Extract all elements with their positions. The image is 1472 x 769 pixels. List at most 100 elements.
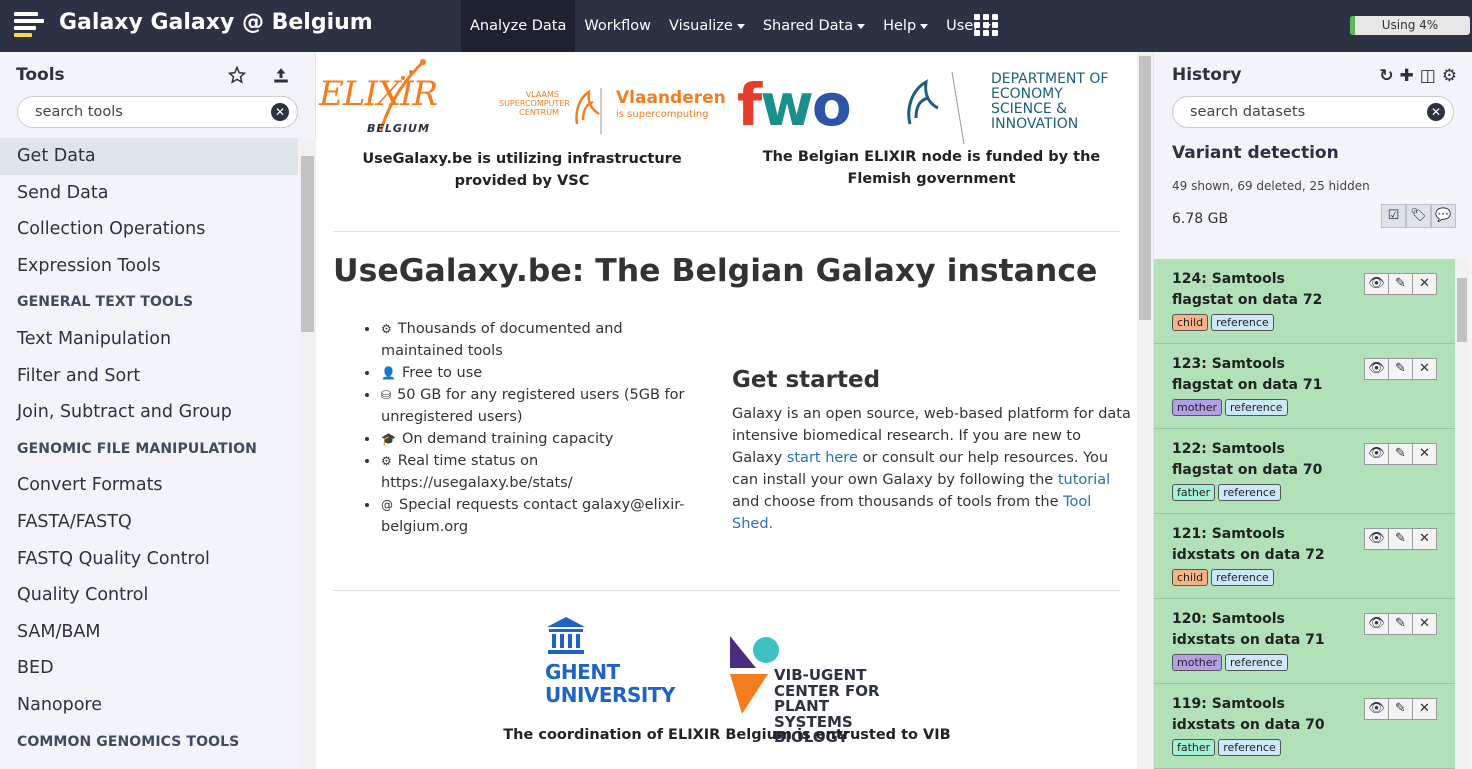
tool-section-nanopore[interactable]: Nanopore bbox=[0, 687, 298, 724]
start-here-link[interactable]: start here bbox=[787, 450, 858, 466]
upload-icon[interactable] bbox=[272, 66, 290, 84]
delete-icon[interactable]: ✕ bbox=[1412, 698, 1437, 720]
gear-icon[interactable]: ⚙ bbox=[1442, 66, 1457, 86]
select-items-icon[interactable]: ☑ bbox=[1381, 204, 1406, 228]
tool-section-send-data[interactable]: Send Data bbox=[0, 175, 298, 212]
history-search-input[interactable]: search datasets ✕ bbox=[1172, 96, 1454, 128]
tag-mother[interactable]: mother bbox=[1172, 399, 1223, 416]
tool-search-input[interactable]: search tools ✕ bbox=[17, 96, 298, 128]
tag-mother[interactable]: mother bbox=[1172, 654, 1223, 671]
dataset-item[interactable]: 123: Samtools flagstat on data 71 mother r… bbox=[1154, 344, 1455, 429]
dataset-item[interactable]: 120: Samtools idxstats on data 71 mother r… bbox=[1154, 599, 1455, 684]
eye-icon[interactable]: 👁 bbox=[1364, 273, 1389, 295]
tool-section-bed[interactable]: BED bbox=[0, 650, 298, 687]
eye-icon[interactable]: 👁 bbox=[1364, 443, 1389, 465]
tool-section-convert-formats[interactable]: Convert Formats bbox=[0, 467, 298, 504]
pencil-icon[interactable]: ✎ bbox=[1388, 613, 1413, 635]
dataset-item[interactable]: 119: Samtools idxstats on data 70 father r… bbox=[1154, 684, 1455, 769]
tool-panel-scrollbar[interactable] bbox=[299, 138, 316, 769]
clear-search-icon[interactable]: ✕ bbox=[271, 103, 289, 121]
graduation-cap-icon: 🎓 bbox=[381, 432, 396, 446]
delete-icon[interactable]: ✕ bbox=[1412, 528, 1437, 550]
tag-reference[interactable]: reference bbox=[1218, 484, 1281, 501]
ewi-line-3: SCIENCE & bbox=[991, 101, 1068, 117]
user-plus-icon: 👤 bbox=[381, 366, 396, 380]
dataset-title[interactable]: 124: Samtools flagstat on data 72 bbox=[1172, 269, 1350, 311]
tags-icon[interactable]: 🏷 bbox=[1406, 204, 1431, 228]
tag-reference[interactable]: reference bbox=[1211, 569, 1274, 586]
tool-section-text-manipulation[interactable]: Text Manipulation bbox=[0, 321, 298, 358]
annotation-icon[interactable]: 💬 bbox=[1431, 204, 1456, 228]
history-stats[interactable]: 49 shown, 69 deleted, 25 hidden bbox=[1172, 179, 1370, 193]
tag-reference[interactable]: reference bbox=[1218, 739, 1281, 756]
history-scrollbar[interactable] bbox=[1455, 258, 1469, 769]
delete-icon[interactable]: ✕ bbox=[1412, 443, 1437, 465]
clear-history-search-icon[interactable]: ✕ bbox=[1427, 103, 1445, 121]
tool-section-fasta-fastq[interactable]: FASTA/FASTQ bbox=[0, 504, 298, 541]
tag-reference[interactable]: reference bbox=[1225, 654, 1288, 671]
tag-child[interactable]: child bbox=[1172, 569, 1209, 586]
tool-section-join-subtract-and-group[interactable]: Join, Subtract and Group bbox=[0, 394, 298, 431]
nav-help[interactable]: Help bbox=[874, 0, 937, 52]
delete-icon[interactable]: ✕ bbox=[1412, 358, 1437, 380]
tag-father[interactable]: father bbox=[1172, 739, 1216, 756]
galaxy-logo-icon[interactable] bbox=[14, 12, 48, 40]
refresh-icon[interactable]: ↻ bbox=[1379, 66, 1393, 86]
vib-logo: VIB-UGENT CENTER FOR PLANT SYSTEMS BIOLO… bbox=[728, 634, 928, 745]
dataset-title[interactable]: 122: Samtools flagstat on data 70 bbox=[1172, 439, 1350, 481]
eye-icon[interactable]: 👁 bbox=[1364, 698, 1389, 720]
tool-section-sam-bam[interactable]: SAM/BAM bbox=[0, 614, 298, 651]
grid-icon[interactable] bbox=[974, 14, 999, 36]
history-scroll-thumb[interactable] bbox=[1457, 278, 1467, 342]
tutorial-link[interactable]: tutorial bbox=[1058, 472, 1110, 488]
tag-reference[interactable]: reference bbox=[1211, 314, 1274, 331]
nav-visualize[interactable]: Visualize bbox=[660, 0, 754, 52]
dataset-item[interactable]: 124: Samtools flagstat on data 72 child re… bbox=[1154, 259, 1455, 344]
star-icon[interactable] bbox=[228, 66, 246, 84]
plus-icon[interactable]: ✚ bbox=[1399, 66, 1413, 86]
dataset-item[interactable]: 121: Samtools idxstats on data 72 child re… bbox=[1154, 514, 1455, 599]
dataset-title[interactable]: 123: Samtools flagstat on data 71 bbox=[1172, 354, 1350, 396]
ugent-line-2: UNIVERSITY bbox=[545, 683, 675, 707]
nav-workflow[interactable]: Workflow bbox=[575, 0, 660, 52]
pencil-icon[interactable]: ✎ bbox=[1388, 358, 1413, 380]
dataset-title[interactable]: 120: Samtools idxstats on data 71 bbox=[1172, 609, 1350, 651]
eye-icon[interactable]: 👁 bbox=[1364, 613, 1389, 635]
center-panel-scrollbar[interactable] bbox=[1137, 52, 1153, 769]
eye-icon[interactable]: 👁 bbox=[1364, 528, 1389, 550]
dataset-title[interactable]: 121: Samtools idxstats on data 72 bbox=[1172, 524, 1350, 566]
pencil-icon[interactable]: ✎ bbox=[1388, 698, 1413, 720]
center-scroll-thumb[interactable] bbox=[1139, 56, 1151, 320]
brand-title[interactable]: Galaxy Galaxy @ Belgium bbox=[59, 10, 373, 35]
pencil-icon[interactable]: ✎ bbox=[1388, 443, 1413, 465]
quota-meter[interactable]: Using 4% bbox=[1350, 16, 1470, 35]
ewi-line-2: ECONOMY bbox=[991, 86, 1063, 102]
nav-analyze-data[interactable]: Analyze Data bbox=[461, 0, 576, 52]
pencil-icon[interactable]: ✎ bbox=[1388, 273, 1413, 295]
tool-section-get-data[interactable]: Get Data bbox=[0, 138, 298, 175]
tool-section-fastq-quality-control[interactable]: FASTQ Quality Control bbox=[0, 541, 298, 578]
tool-section-quality-control[interactable]: Quality Control bbox=[0, 577, 298, 614]
dataset-title[interactable]: 119: Samtools idxstats on data 70 bbox=[1172, 694, 1350, 736]
tag-father[interactable]: father bbox=[1172, 484, 1216, 501]
history-size: 6.78 GB bbox=[1172, 211, 1229, 227]
tool-section-expression-tools[interactable]: Expression Tools bbox=[0, 248, 298, 285]
history-title: History bbox=[1172, 65, 1242, 85]
eye-icon[interactable]: 👁 bbox=[1364, 358, 1389, 380]
nav-shared-data[interactable]: Shared Data bbox=[754, 0, 874, 52]
delete-icon[interactable]: ✕ bbox=[1412, 613, 1437, 635]
tag-reference[interactable]: reference bbox=[1225, 399, 1288, 416]
tool-panel-title: Tools bbox=[16, 65, 65, 85]
history-name[interactable]: Variant detection bbox=[1172, 143, 1339, 163]
tool-section-collection-operations[interactable]: Collection Operations bbox=[0, 211, 298, 248]
pencil-icon[interactable]: ✎ bbox=[1388, 528, 1413, 550]
vsc-left-1: VLAAMS bbox=[525, 90, 559, 99]
ugent-line-1: GHENT bbox=[545, 660, 620, 684]
gs-text-3: and choose from thousands of tools from … bbox=[732, 494, 1064, 510]
tool-panel-scroll-thumb[interactable] bbox=[301, 156, 314, 332]
columns-icon[interactable]: ◫ bbox=[1420, 66, 1436, 86]
tool-section-filter-and-sort[interactable]: Filter and Sort bbox=[0, 358, 298, 395]
tag-child[interactable]: child bbox=[1172, 314, 1209, 331]
dataset-item[interactable]: 122: Samtools flagstat on data 70 father r… bbox=[1154, 429, 1455, 514]
delete-icon[interactable]: ✕ bbox=[1412, 273, 1437, 295]
